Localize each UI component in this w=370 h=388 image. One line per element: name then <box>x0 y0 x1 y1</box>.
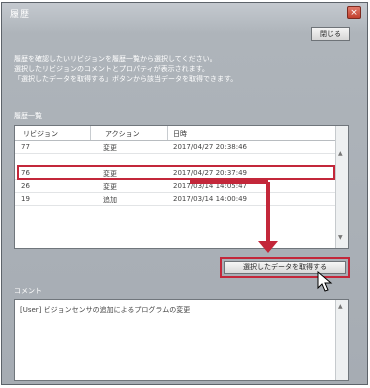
table-row[interactable]: 77 変更 2017/04/27 20:38:46 <box>15 141 335 154</box>
cell-datetime: 2017/04/27 20:38:46 <box>173 143 248 151</box>
cell-datetime: 2017/03/14 14:00:49 <box>173 195 248 203</box>
selected-row-highlight <box>17 165 335 180</box>
annotation-arrow-horizontal <box>190 180 268 184</box>
scroll-up-icon[interactable]: ▲ <box>338 150 343 157</box>
description-line: 「選択したデータを取得する」ボタンから該当データを取得できます。 <box>14 75 238 83</box>
annotation-arrow-head <box>258 241 278 253</box>
cell-action: 変更 <box>103 144 117 152</box>
title-bar: 履歴 × <box>2 3 367 23</box>
mouse-cursor-icon <box>317 271 333 292</box>
cell-revision: 19 <box>21 195 30 203</box>
history-header: リビジョン アクション 日時 <box>15 126 335 141</box>
column-header-datetime[interactable]: 日時 <box>173 129 187 139</box>
history-list[interactable]: リビジョン アクション 日時 77 変更 2017/04/27 20:38:46… <box>14 125 349 249</box>
annotation-arrow-shaft <box>266 182 270 242</box>
scroll-up-icon[interactable]: ▲ <box>338 303 343 310</box>
scroll-down-icon[interactable]: ▼ <box>338 234 343 241</box>
comment-scrollbar[interactable]: ▲ <box>335 300 348 380</box>
cell-action: 変更 <box>103 183 117 191</box>
description: 履歴を確認したいリビジョンを履歴一覧から選択してください。 選択したリビジョンの… <box>14 54 237 84</box>
column-separator <box>90 126 91 140</box>
cell-revision: 77 <box>21 143 30 151</box>
window-close-icon[interactable]: × <box>347 6 361 19</box>
comment-text: [User] ビジョンセンサの追加によるプログラムの変更 <box>20 306 191 314</box>
comment-textbox[interactable]: [User] ビジョンセンサの追加によるプログラムの変更 ▲ <box>14 299 349 381</box>
table-row[interactable]: 19 追加 2017/03/14 14:00:49 <box>15 193 335 206</box>
description-line: 履歴を確認したいリビジョンを履歴一覧から選択してください。 <box>14 55 217 63</box>
column-separator <box>167 126 168 140</box>
window-title: 履歴 <box>10 10 31 20</box>
history-scrollbar[interactable]: ▲ ▼ <box>335 126 348 248</box>
cell-action: 追加 <box>103 196 117 204</box>
comment-label: コメント <box>14 287 42 295</box>
column-header-revision[interactable]: リビジョン <box>23 129 58 139</box>
cell-revision: 26 <box>21 182 30 190</box>
column-header-action[interactable]: アクション <box>105 129 140 139</box>
close-button[interactable]: 閉じる <box>311 27 350 41</box>
history-list-label: 履歴一覧 <box>14 112 42 120</box>
table-row[interactable]: 26 変更 2017/03/14 14:05:47 <box>15 180 335 193</box>
description-line: 選択したリビジョンのコメントとプロパティが表示されます。 <box>14 65 209 73</box>
